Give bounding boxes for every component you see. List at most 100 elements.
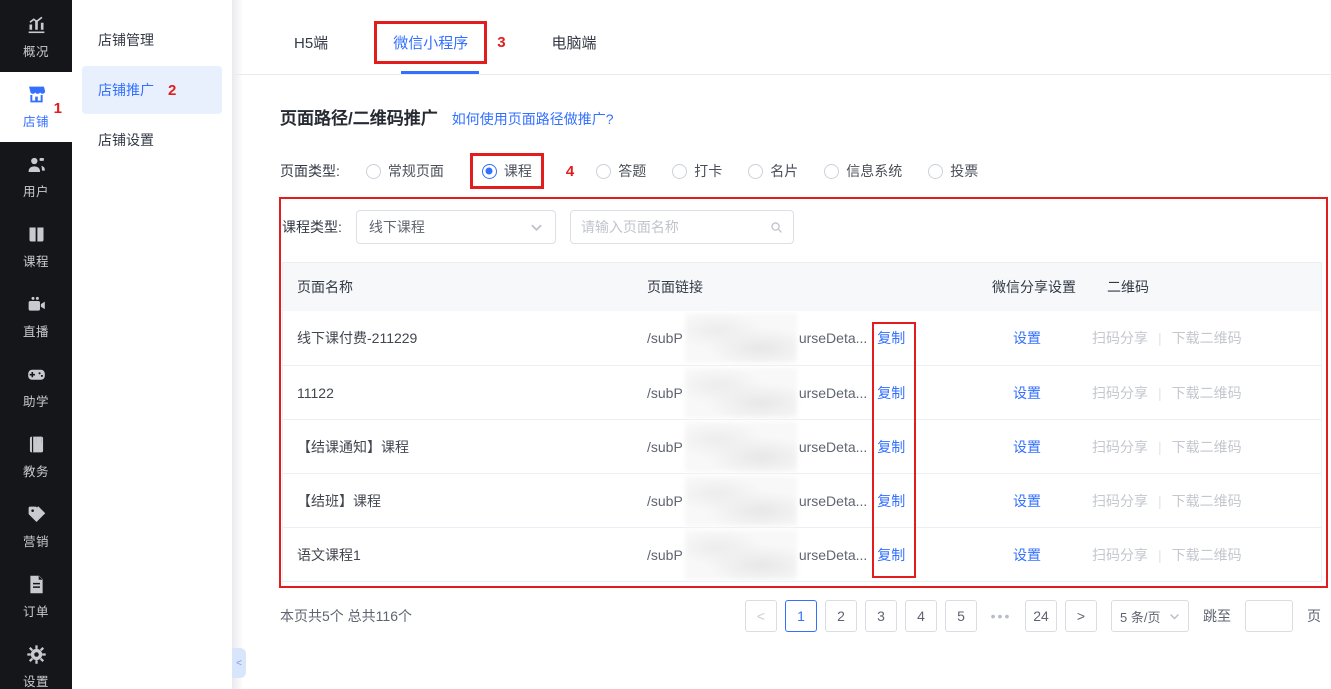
- tab-h5[interactable]: H5端: [294, 10, 328, 74]
- radio-business-card[interactable]: 名片: [748, 161, 798, 181]
- radio-icon: [672, 163, 688, 179]
- sidebar-item-marketing[interactable]: 营销: [0, 492, 72, 562]
- blurred-link-segment: [684, 529, 797, 580]
- tab-wechat-miniprogram[interactable]: 微信小程序 3: [374, 10, 506, 74]
- page-title: 页面路径/二维码推广: [280, 109, 438, 128]
- sidebar-item-orders[interactable]: 订单: [0, 562, 72, 632]
- annotation-box-tab: 微信小程序: [374, 20, 488, 64]
- sidebar-item-label: 营销: [22, 535, 49, 549]
- copy-link-button[interactable]: 复制: [877, 383, 905, 403]
- page-link-suffix: urseDeta...: [798, 384, 868, 401]
- radio-info-system[interactable]: 信息系统: [824, 161, 902, 181]
- gear-icon: [26, 645, 46, 664]
- chart-icon: [28, 16, 44, 34]
- sidebar-collapse-handle[interactable]: <: [232, 648, 246, 678]
- results-summary: 本页共5个 总共116个: [280, 608, 412, 624]
- copy-link-button[interactable]: 复制: [877, 491, 905, 511]
- platform-tabbar: H5端 微信小程序 3 电脑端: [232, 0, 1331, 75]
- sidebar-item-users[interactable]: 用户: [0, 142, 72, 212]
- page-button-24[interactable]: 24: [1025, 600, 1057, 632]
- radio-checkin[interactable]: 打卡: [672, 161, 722, 181]
- share-settings-button[interactable]: 设置: [1013, 439, 1041, 455]
- scan-share-button[interactable]: 扫码分享: [1092, 328, 1148, 348]
- scan-share-button[interactable]: 扫码分享: [1092, 383, 1148, 403]
- page-name: 11122: [297, 384, 334, 401]
- next-page-button[interactable]: >: [1065, 600, 1097, 632]
- annotation-step-1: 1: [53, 100, 62, 117]
- jump-page-input[interactable]: [1245, 600, 1293, 632]
- sidebar-item-study-aid[interactable]: 助学: [0, 352, 72, 422]
- prev-page-button[interactable]: <: [745, 600, 777, 632]
- active-tab-underline: [400, 71, 479, 74]
- submenu-item-shop-promotion[interactable]: 店铺推广 2: [82, 66, 222, 114]
- page-size-select[interactable]: 5 条/页: [1111, 600, 1189, 632]
- sidebar-item-courses[interactable]: 课程: [0, 212, 72, 282]
- page-link-prefix: /subP: [647, 546, 683, 563]
- submenu-item-shop-settings[interactable]: 店铺设置: [82, 116, 222, 164]
- shop-icon: [28, 86, 45, 103]
- submenu-item-shop-management[interactable]: 店铺管理: [82, 16, 222, 64]
- share-settings-button[interactable]: 设置: [1013, 547, 1041, 563]
- radio-vote[interactable]: 投票: [928, 161, 978, 181]
- header-page-link: 页面链接: [647, 279, 703, 295]
- page-button-4[interactable]: 4: [905, 600, 937, 632]
- blurred-link-segment: [684, 421, 797, 472]
- download-qr-button[interactable]: 下载二维码: [1172, 383, 1242, 403]
- page-ellipsis[interactable]: •••: [985, 600, 1017, 632]
- radio-regular-page[interactable]: 常规页面: [365, 161, 444, 181]
- copy-link-button[interactable]: 复制: [877, 545, 905, 565]
- download-qr-button[interactable]: 下载二维码: [1172, 545, 1242, 565]
- header-wechat-share: 微信分享设置: [992, 279, 1076, 295]
- sidebar-item-academic[interactable]: 教务: [0, 422, 72, 492]
- blurred-link-segment: [684, 475, 797, 526]
- radio-checked-icon: [481, 163, 497, 179]
- jump-to-label: 跳至: [1203, 608, 1231, 624]
- page-link-prefix: /subP: [647, 438, 683, 455]
- primary-sidebar: 概况 店铺 1 用户 课程 直播 助学 教务 营销 订单 设置: [0, 0, 72, 689]
- search-input[interactable]: [580, 219, 770, 235]
- table-header: 页面名称 页面链接 微信分享设置 二维码: [283, 263, 1321, 311]
- copy-link-button[interactable]: 复制: [877, 437, 905, 457]
- page-button-3[interactable]: 3: [865, 600, 897, 632]
- radio-icon: [748, 163, 764, 179]
- sidebar-item-label: 教务: [22, 465, 49, 479]
- live-icon: [28, 296, 45, 311]
- page-button-5[interactable]: 5: [945, 600, 977, 632]
- page-button-2[interactable]: 2: [825, 600, 857, 632]
- sidebar-item-live[interactable]: 直播: [0, 282, 72, 352]
- annotation-box-course-radio: 课程: [469, 153, 544, 189]
- action-divider: |: [1158, 492, 1162, 509]
- radio-quiz[interactable]: 答题: [596, 161, 646, 181]
- share-settings-button[interactable]: 设置: [1013, 385, 1041, 401]
- sidebar-item-overview[interactable]: 概况: [0, 2, 72, 72]
- radio-course[interactable]: 课程: [481, 161, 532, 181]
- header-page-name: 页面名称: [297, 279, 353, 295]
- course-icon: [29, 227, 43, 242]
- sidebar-item-label: 店铺: [22, 115, 49, 129]
- action-divider: |: [1158, 330, 1162, 346]
- page-name: 【结班】课程: [297, 492, 381, 509]
- annotation-step-4: 4: [565, 162, 575, 180]
- page-type-filter: 页面类型: 常规页面 课程 4 答题 打卡 名片 信息系统 投票: [280, 153, 978, 189]
- share-settings-button[interactable]: 设置: [1013, 330, 1041, 346]
- chevron-down-icon: [531, 224, 542, 231]
- download-qr-button[interactable]: 下载二维码: [1172, 491, 1242, 511]
- action-divider: |: [1158, 438, 1162, 455]
- help-link[interactable]: 如何使用页面路径做推广?: [452, 109, 614, 129]
- download-qr-button[interactable]: 下载二维码: [1172, 437, 1242, 457]
- sidebar-item-settings[interactable]: 设置: [0, 632, 72, 689]
- download-qr-button[interactable]: 下载二维码: [1172, 328, 1242, 348]
- blurred-link-segment: [684, 367, 797, 418]
- page-button-1[interactable]: 1: [785, 600, 817, 632]
- course-type-select[interactable]: 线下课程: [355, 210, 556, 244]
- scan-share-button[interactable]: 扫码分享: [1092, 437, 1148, 457]
- scan-share-button[interactable]: 扫码分享: [1092, 545, 1148, 565]
- table-row: 【结课通知】课程 /subP urseDeta... 复制 设置 扫码分享 | …: [283, 419, 1321, 473]
- copy-link-button[interactable]: 复制: [877, 328, 905, 348]
- sidebar-item-shop[interactable]: 店铺 1: [0, 72, 72, 142]
- share-settings-button[interactable]: 设置: [1013, 493, 1041, 509]
- tab-pc[interactable]: 电脑端: [552, 10, 597, 74]
- annotation-box-panel: 课程类型: 线下课程 页面名称 页面链接 微信分享设置 二维码: [279, 197, 1328, 588]
- pagination: < 1 2 3 4 5 ••• 24 > 5 条/页 跳至 页: [745, 600, 1321, 632]
- scan-share-button[interactable]: 扫码分享: [1092, 491, 1148, 511]
